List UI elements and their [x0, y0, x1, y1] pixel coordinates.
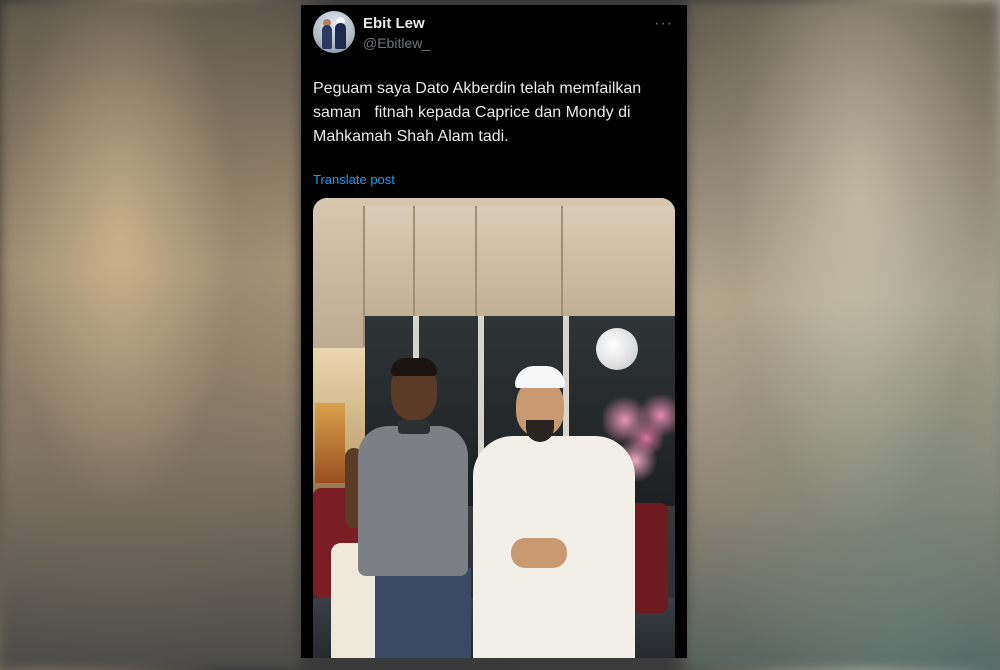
post-text: Peguam saya Dato Akberdin telah memfailk…	[313, 80, 646, 145]
post-photo[interactable]	[313, 198, 675, 658]
background-blur-left	[0, 0, 300, 670]
person-left	[391, 358, 437, 376]
person-left	[358, 426, 468, 576]
author-handle[interactable]: @Ebitlew_	[363, 35, 430, 51]
author-name[interactable]: Ebit Lew	[363, 15, 425, 32]
more-horizontal-icon[interactable]: ···	[654, 15, 673, 33]
translate-post-link[interactable]: Translate post	[313, 172, 395, 187]
wall-art	[315, 403, 345, 483]
pendant-lamp	[596, 328, 638, 370]
avatar-figure	[335, 23, 346, 49]
person-right	[515, 366, 565, 388]
person-left	[398, 420, 430, 434]
person-left	[375, 568, 471, 658]
background-blur-right	[686, 0, 1000, 670]
person-right	[511, 538, 567, 568]
avatar-figure	[322, 25, 332, 49]
avatar[interactable]	[313, 11, 355, 53]
tweet-card: Ebit Lew @Ebitlew_ ··· Peguam saya Dato …	[301, 5, 687, 658]
